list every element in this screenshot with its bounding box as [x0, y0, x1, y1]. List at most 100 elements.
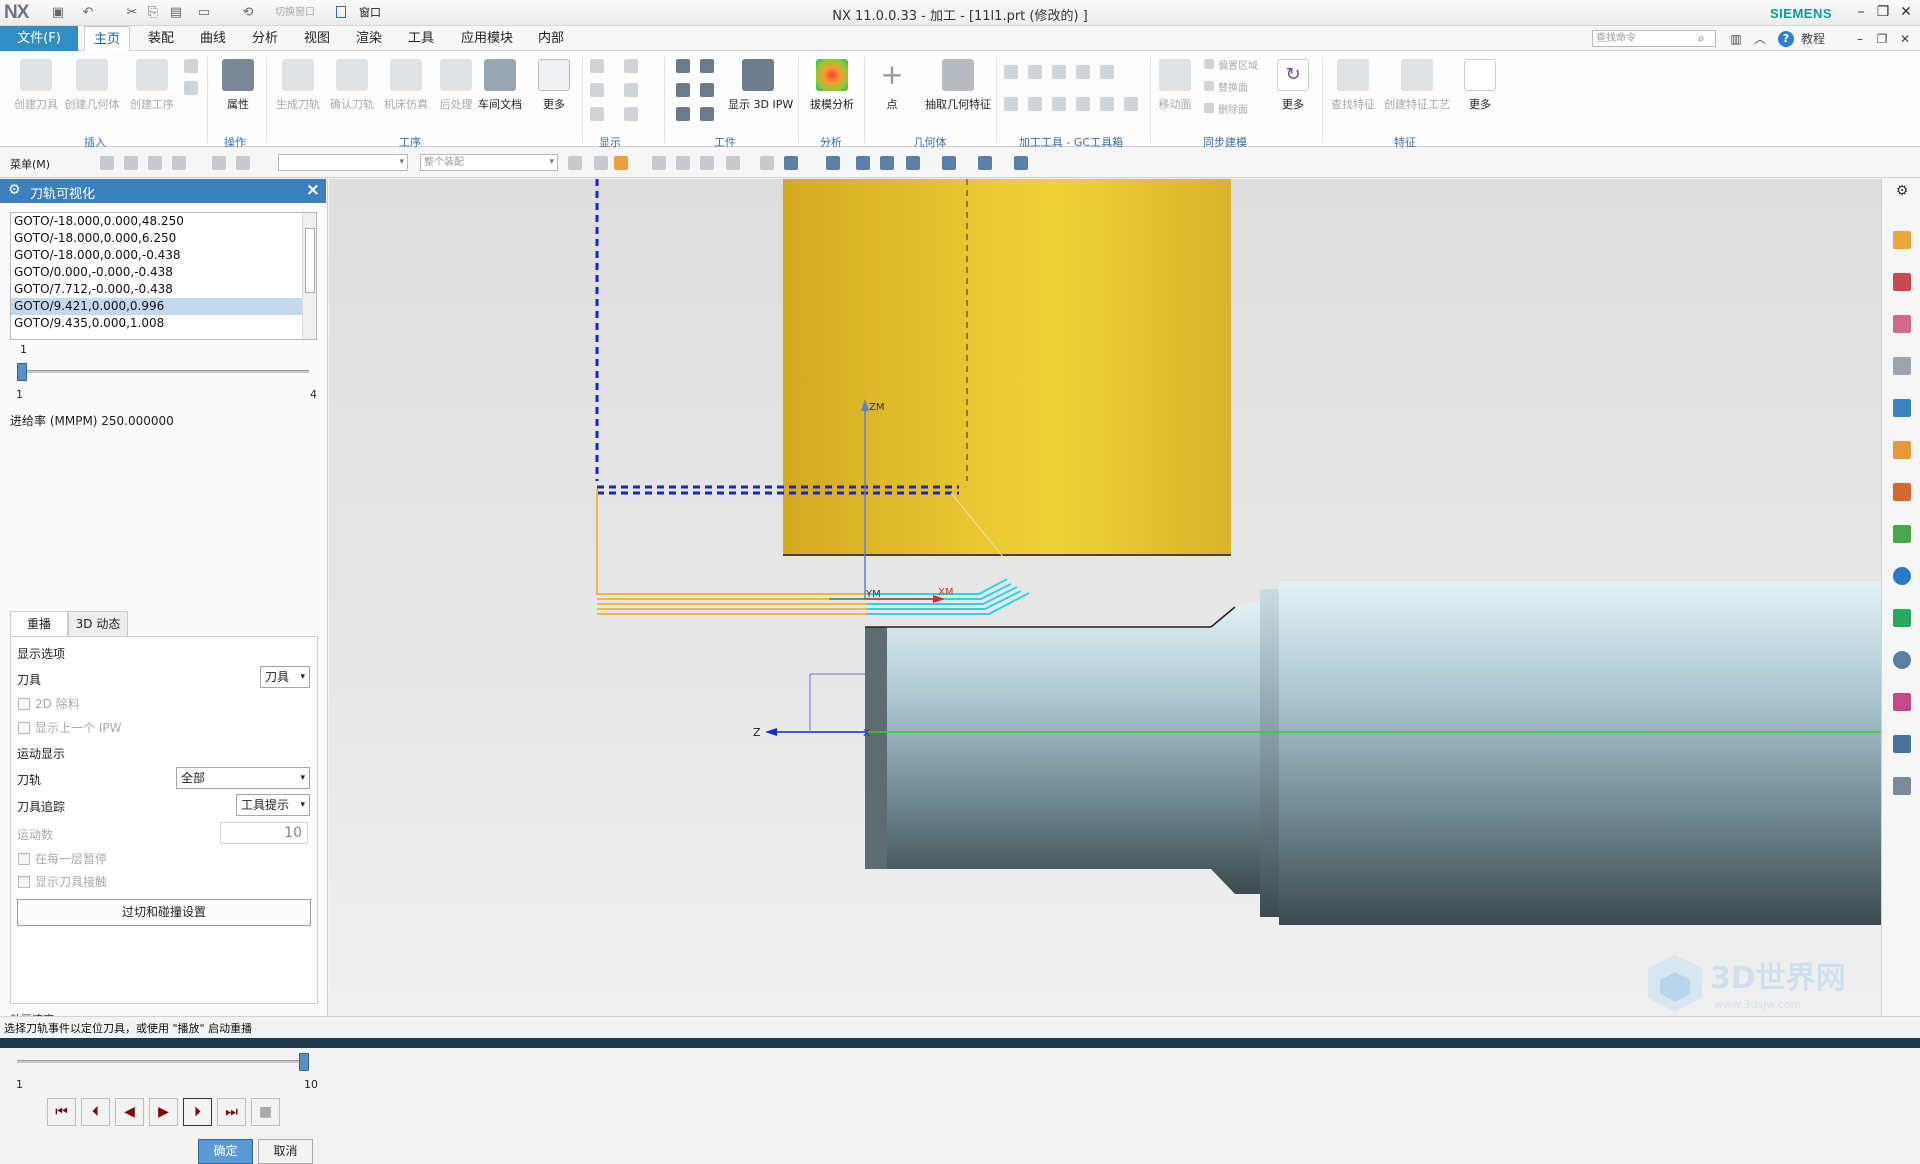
assembly-navigator-icon[interactable] [1893, 273, 1911, 291]
snap-icon[interactable] [594, 156, 608, 170]
type-filter-dropdown[interactable] [278, 154, 408, 171]
tab-tools[interactable]: 工具 [398, 26, 444, 51]
tool-dropdown[interactable]: 刀具 ▾ [260, 666, 310, 688]
workpiece-mini-icon[interactable] [700, 83, 714, 97]
display-mini-icon[interactable] [624, 83, 638, 97]
web-browser-icon[interactable] [1893, 567, 1911, 585]
workpiece-mini-icon[interactable] [676, 59, 690, 73]
insert-mini-icon[interactable] [184, 59, 198, 73]
replace-face-button[interactable]: 替换面 [1218, 79, 1248, 94]
snap-icon[interactable] [700, 156, 714, 170]
ok-button[interactable]: 确定 [198, 1139, 253, 1164]
gc-tool-icon[interactable] [1052, 65, 1066, 79]
gc-tool-icon[interactable] [1076, 97, 1090, 111]
search-icon[interactable]: ⌕ [1698, 31, 1705, 46]
operation-navigator-icon[interactable] [1893, 399, 1911, 417]
more-feature-button[interactable]: 更多 [1456, 59, 1504, 119]
tab-home[interactable]: 主页 [84, 26, 130, 51]
extract-geometry-button[interactable]: 抽取几何特征 [922, 59, 994, 119]
gc-tool-icon[interactable] [1100, 97, 1114, 111]
more-sync-button[interactable]: ↻ 更多 [1268, 59, 1318, 119]
doc-close-button[interactable]: ✕ [1897, 31, 1913, 47]
gc-tool-icon[interactable] [1076, 65, 1090, 79]
history-icon[interactable] [1893, 609, 1911, 627]
gc-tool-icon[interactable] [1028, 65, 1042, 79]
gc-tool-icon[interactable] [1100, 65, 1114, 79]
list-item[interactable]: GOTO/-18.000,0.000,-0.438 [11, 247, 316, 264]
view-icon[interactable] [856, 156, 870, 170]
tool-trace-dropdown[interactable]: 工具提示 ▾ [236, 794, 310, 816]
display-mini-icon[interactable] [624, 107, 638, 121]
move-face-button[interactable]: 移动面 [1150, 59, 1200, 119]
gc-tool-icon[interactable] [1124, 97, 1138, 111]
snap-icon[interactable] [760, 156, 774, 170]
constraint-navigator-icon[interactable] [1893, 315, 1911, 333]
list-item[interactable]: GOTO/7.712,-0.000,-0.438 [11, 281, 316, 298]
select-icon[interactable] [148, 156, 162, 170]
goto-list[interactable]: GOTO/-18.000,0.000,48.250 GOTO/-18.000,0… [10, 212, 317, 340]
machine-simulation-button[interactable]: 机床仿真 [378, 59, 434, 119]
select-icon[interactable] [172, 156, 186, 170]
delete-face-button[interactable]: 删除面 [1218, 101, 1248, 116]
list-item-selected[interactable]: GOTO/9.421,0.000,0.996 [11, 298, 316, 315]
workpiece-mini-icon[interactable] [700, 59, 714, 73]
select-icon[interactable] [124, 156, 138, 170]
play-button[interactable]: ▶ [149, 1098, 178, 1126]
tab-internal[interactable]: 内部 [528, 26, 574, 51]
verify-toolpath-button[interactable]: 确认刀轨 [324, 59, 380, 119]
show-contact-checkbox[interactable] [18, 876, 30, 888]
tutorial-link[interactable]: 教程 [1798, 31, 1828, 47]
show-3d-ipw-button[interactable]: 显示 3D IPW [728, 59, 793, 119]
reuse-library-icon[interactable] [1893, 357, 1911, 375]
process-navigator-icon[interactable] [1893, 483, 1911, 501]
view-icon[interactable] [784, 156, 798, 170]
workpiece-mini-icon[interactable] [676, 107, 690, 121]
create-feature-process-button[interactable]: 创建特征工艺 [1384, 59, 1450, 119]
list-item[interactable]: GOTO/0.000,-0.000,-0.438 [11, 264, 316, 281]
toolpath-dropdown[interactable]: 全部 ▾ [176, 767, 310, 789]
tab-3d-dynamic[interactable]: 3D 动态 [68, 611, 128, 637]
display-mini-icon[interactable] [590, 83, 604, 97]
view-icon[interactable] [978, 156, 992, 170]
list-scrollbar[interactable] [302, 213, 316, 339]
display-mini-icon[interactable] [590, 59, 604, 73]
rewind-to-start-button[interactable]: ⏮ [47, 1098, 76, 1126]
offset-region-button[interactable]: 偏置区域 [1218, 57, 1258, 72]
step-forward-button[interactable]: ⏵ [183, 1098, 212, 1126]
gc-tool-icon[interactable] [1004, 97, 1018, 111]
tab-analysis[interactable]: 分析 [242, 26, 288, 51]
tab-curve[interactable]: 曲线 [190, 26, 236, 51]
shop-documentation-button[interactable]: 车间文档 [472, 59, 528, 119]
draft-analysis-button[interactable]: 拔模分析 [804, 59, 860, 119]
insert-mini-icon[interactable] [184, 81, 198, 95]
scroll-thumb[interactable] [305, 228, 315, 293]
create-geometry-button[interactable]: 创建几何体 [64, 59, 120, 119]
tab-assembly[interactable]: 装配 [138, 26, 184, 51]
graphics-viewport[interactable]: Z X ZM XM YM [329, 179, 1881, 1016]
pause-each-layer-checkbox[interactable] [18, 853, 30, 865]
assembly-scope-dropdown[interactable]: 整个装配 [420, 154, 558, 171]
point-button[interactable]: + 点 [868, 59, 916, 119]
snap-icon[interactable] [676, 156, 690, 170]
tab-replay[interactable]: 重播 [10, 611, 68, 637]
view-icon[interactable] [880, 156, 894, 170]
display-mini-icon[interactable] [590, 107, 604, 121]
stop-button[interactable]: ■ [251, 1098, 280, 1126]
menu-button[interactable]: 菜单(M) [10, 156, 50, 172]
snap-icon[interactable] [614, 156, 628, 170]
more-procedure-button[interactable]: 更多 [526, 59, 582, 119]
tab-view[interactable]: 视图 [294, 26, 340, 51]
create-operation-button[interactable]: 创建工序 [124, 59, 180, 119]
part-body[interactable] [865, 601, 1260, 894]
forward-to-end-button[interactable]: ⏭ [217, 1098, 246, 1126]
snap-icon[interactable] [652, 156, 666, 170]
machine-navigator-icon[interactable] [1893, 441, 1911, 459]
restore-button[interactable]: ❐ [1874, 3, 1892, 21]
step-slider-thumb[interactable] [17, 363, 27, 381]
ribbon-collapse-icon[interactable]: ︿ [1752, 31, 1768, 47]
step-slider-track[interactable] [17, 370, 309, 373]
gear-icon[interactable]: ⚙ [8, 182, 21, 198]
tool-holder[interactable] [783, 179, 1231, 554]
clock-icon[interactable] [1893, 651, 1911, 669]
library-icon[interactable] [1893, 525, 1911, 543]
